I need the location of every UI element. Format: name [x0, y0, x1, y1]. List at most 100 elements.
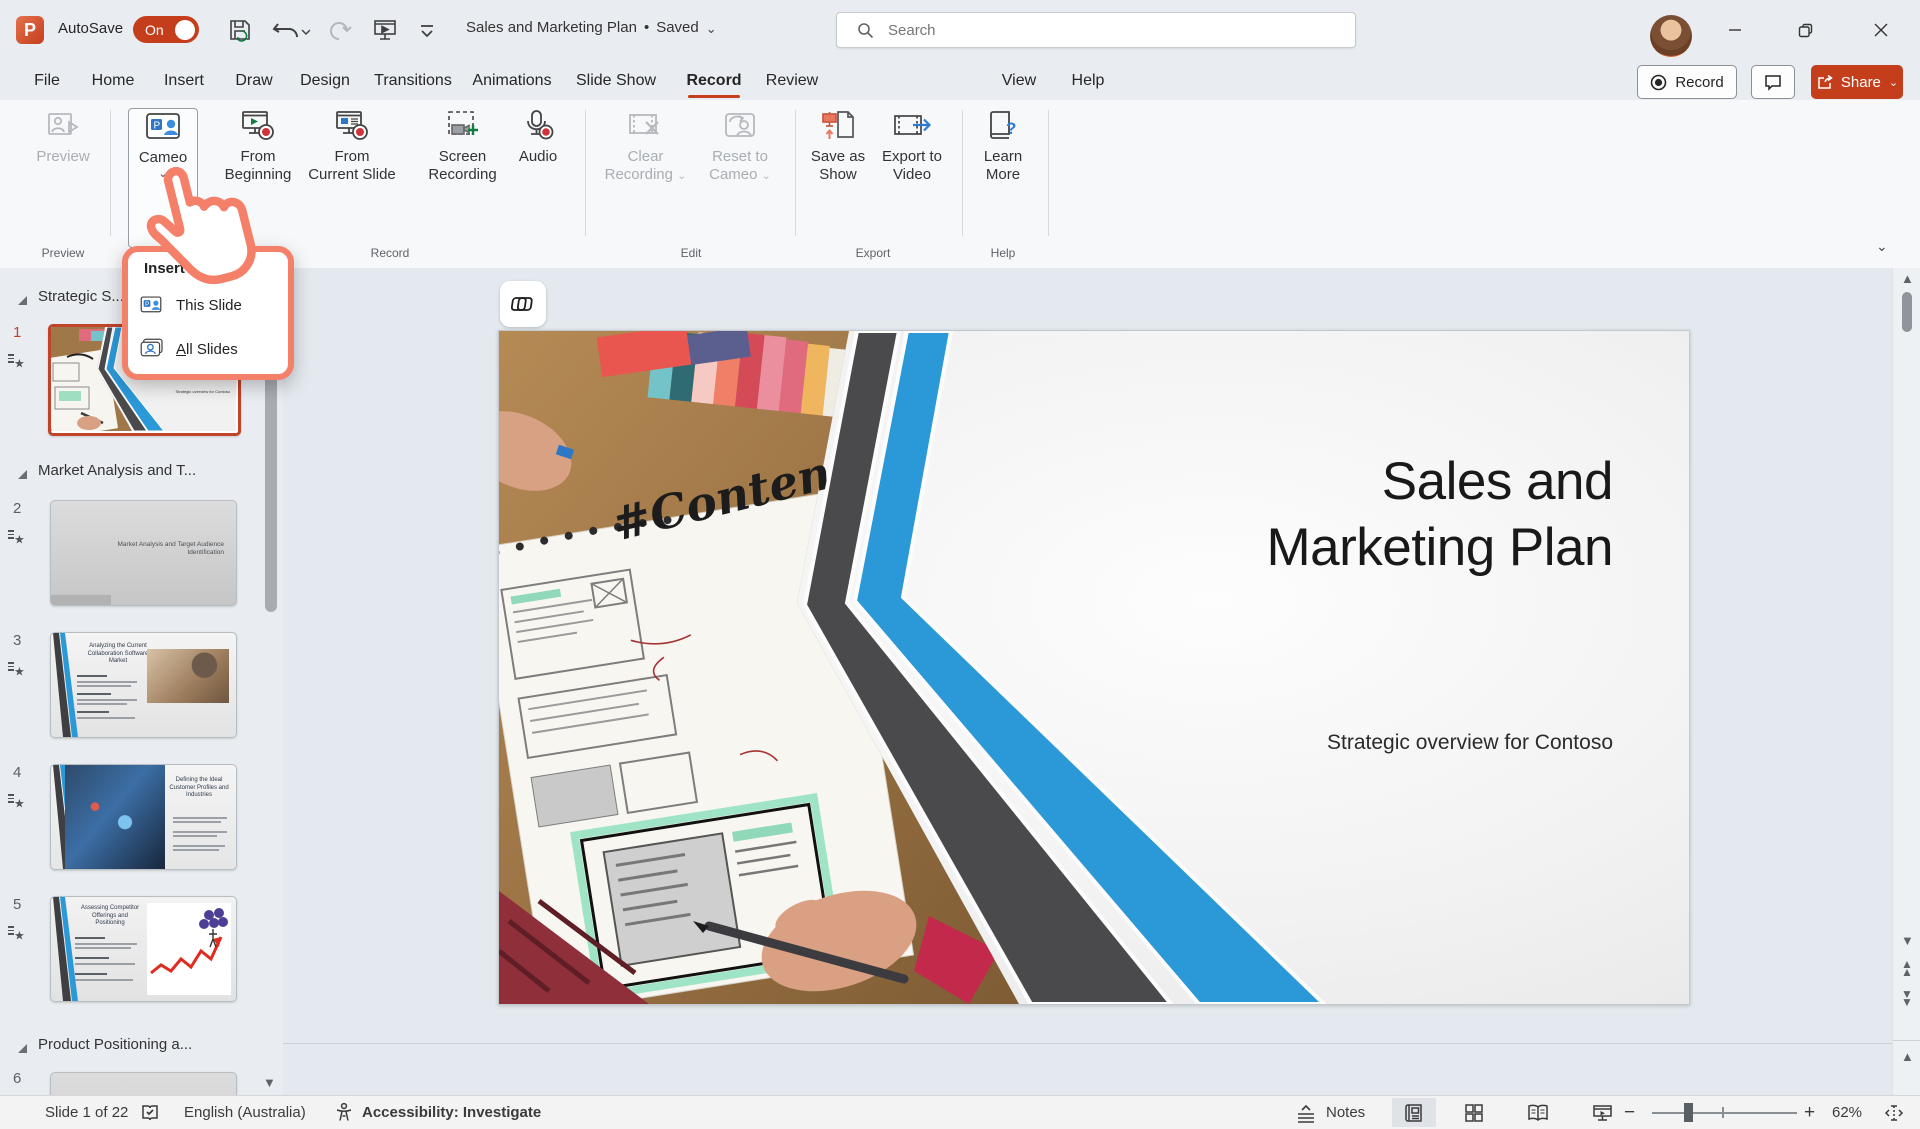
search-bar[interactable] [836, 12, 1356, 48]
slide-counter[interactable]: Slide 1 of 22 [45, 1096, 128, 1129]
zoom-out-button[interactable]: − [1624, 1096, 1635, 1129]
record-from-current-slide-button[interactable]: From Current Slide [308, 108, 396, 246]
slide-6-thumbnail[interactable] [50, 1072, 237, 1095]
save-as-show-button[interactable]: Save as Show [802, 108, 874, 246]
record-from-current-slide-label: From Current Slide [308, 148, 396, 184]
slide-sorter-view-button[interactable] [1452, 1098, 1496, 1127]
tab-slide-show[interactable]: Slide Show [570, 66, 662, 96]
help-group-label: Help [972, 246, 1034, 260]
section-collapse-icon[interactable] [18, 296, 27, 305]
save-icon[interactable] [228, 18, 254, 42]
section-collapse-icon[interactable] [18, 1044, 27, 1053]
start-slideshow-icon[interactable] [372, 18, 398, 42]
tab-design[interactable]: Design [294, 66, 356, 96]
mini-text-line [75, 963, 135, 965]
panel-scrollbar-thumb[interactable] [265, 372, 277, 612]
tab-view[interactable]: View [996, 66, 1042, 96]
next-slide-button[interactable]: ▼▼ [1901, 990, 1913, 1006]
slide-subtitle[interactable]: Strategic overview for Contoso [1113, 731, 1613, 755]
notes-button[interactable]: Notes [1296, 1096, 1365, 1129]
close-icon [1874, 23, 1888, 37]
slide-3-photo [147, 649, 229, 703]
notes-pane-splitter[interactable] [283, 1043, 1892, 1044]
section-collapse-icon[interactable] [18, 470, 27, 479]
editor-scrollbar-thumb[interactable] [1902, 292, 1912, 332]
slide-canvas[interactable]: #Content Sales and Marketing Plan Strate… [498, 330, 1690, 1005]
tab-file[interactable]: File [26, 66, 68, 96]
animation-indicator-icon[interactable]: ★ [8, 924, 25, 943]
section-product-positioning[interactable]: Product Positioning a... [38, 1036, 192, 1053]
fit-slide-to-window-button[interactable] [1874, 1098, 1914, 1127]
tab-review[interactable]: Review [762, 66, 822, 96]
minimize-button[interactable] [1712, 14, 1758, 46]
preview-button-label: Preview [36, 148, 89, 166]
audio-button[interactable]: Audio [510, 108, 566, 246]
designer-button[interactable] [500, 281, 546, 327]
undo-button[interactable] [272, 18, 310, 42]
animation-indicator-icon[interactable]: ★ [8, 528, 25, 547]
reading-view-button[interactable] [1516, 1098, 1560, 1127]
record-presentation-button[interactable]: Record [1637, 65, 1737, 99]
zoom-slider-thumb[interactable] [1684, 1103, 1693, 1122]
mini-text-line [173, 817, 227, 819]
previous-slide-button[interactable]: ▲▲ [1901, 960, 1913, 976]
animation-indicator-icon[interactable]: ★ [8, 352, 25, 371]
learn-more-button[interactable]: ? Learn More [972, 108, 1034, 246]
reset-to-cameo-button[interactable]: Reset to Cameo ⌄ [696, 108, 784, 246]
slideshow-view-button[interactable] [1580, 1098, 1624, 1127]
tab-animations[interactable]: Animations [468, 66, 556, 96]
tab-record[interactable]: Record [682, 66, 746, 96]
panel-scroll-down-icon[interactable]: ▼ [263, 1076, 276, 1089]
document-title-group[interactable]: Sales and Marketing Plan • Saved ⌄ [466, 19, 717, 36]
powerpoint-app-icon[interactable]: P [16, 16, 44, 44]
slide-title[interactable]: Sales and Marketing Plan [1223, 449, 1613, 581]
slide-5-thumbnail[interactable]: Assessing Competitor Offerings and Posit… [50, 896, 237, 1002]
language-button[interactable]: English (Australia) [184, 1096, 306, 1129]
tab-insert[interactable]: Insert [156, 66, 212, 96]
chevron-down-icon: ⌄ [762, 170, 771, 182]
slide-1-mini-subtitle: Strategic overview for Contoso [170, 389, 230, 394]
user-avatar[interactable] [1650, 15, 1692, 57]
slide-3-number: 3 [13, 632, 21, 649]
slide-thumbnail-panel: Strategic S... 1 ★ [0, 268, 283, 1095]
search-input[interactable] [886, 21, 1310, 40]
slide-3-thumbnail[interactable]: Analyzing the Current Collaboration Soft… [50, 632, 237, 738]
spellcheck-button[interactable] [140, 1096, 160, 1129]
animation-indicator-icon[interactable]: ★ [8, 660, 25, 679]
customize-quick-access-icon[interactable] [416, 18, 438, 42]
collapse-ribbon-icon[interactable]: ⌄ [1876, 238, 1888, 255]
editor-scrollbar[interactable]: ▲ ▼ ▲▲ ▼▼ ▲ [1892, 268, 1920, 1095]
normal-view-button[interactable] [1392, 1098, 1436, 1127]
clear-recording-button[interactable]: Clear Recording ⌄ [598, 108, 693, 246]
preview-button[interactable]: Preview [28, 108, 98, 246]
zoom-level-label[interactable]: 62% [1832, 1096, 1862, 1129]
restore-button[interactable] [1782, 14, 1828, 46]
screen-recording-button[interactable]: Screen Recording [420, 108, 505, 246]
comments-button[interactable] [1751, 65, 1795, 99]
animation-indicator-icon[interactable]: ★ [8, 792, 25, 811]
notes-scroll-up-icon[interactable]: ▲ [1901, 1050, 1914, 1063]
menu-item-all-slides[interactable]: All Slides [138, 334, 280, 364]
slide-4-thumbnail[interactable]: Defining the Ideal Customer Profiles and… [50, 764, 237, 870]
close-button[interactable] [1858, 14, 1904, 46]
scroll-up-icon[interactable]: ▲ [1901, 272, 1914, 285]
zoom-in-button[interactable]: + [1804, 1096, 1815, 1129]
tab-draw[interactable]: Draw [228, 66, 280, 96]
mini-text-line [75, 947, 131, 949]
normal-view-icon [1404, 1103, 1425, 1123]
zoom-slider-track[interactable] [1652, 1112, 1797, 1114]
tab-help[interactable]: Help [1066, 66, 1110, 96]
share-button[interactable]: Share ⌄ [1811, 65, 1903, 99]
section-market-analysis[interactable]: Market Analysis and T... [38, 462, 196, 479]
accessibility-button[interactable]: Accessibility: Investigate [334, 1096, 541, 1129]
tab-home[interactable]: Home [84, 66, 142, 96]
mini-text-line [173, 835, 217, 837]
tab-transitions[interactable]: Transitions [370, 66, 456, 96]
slide-2-thumbnail[interactable]: Market Analysis and Target Audience Iden… [50, 500, 237, 606]
mini-text-line [77, 685, 131, 687]
autosave-toggle[interactable]: On [133, 16, 199, 43]
export-to-video-button[interactable]: Export to Video [880, 108, 944, 246]
section-strategic[interactable]: Strategic S... [38, 288, 124, 305]
scroll-down-icon[interactable]: ▼ [1901, 934, 1914, 947]
redo-button[interactable] [326, 18, 352, 42]
